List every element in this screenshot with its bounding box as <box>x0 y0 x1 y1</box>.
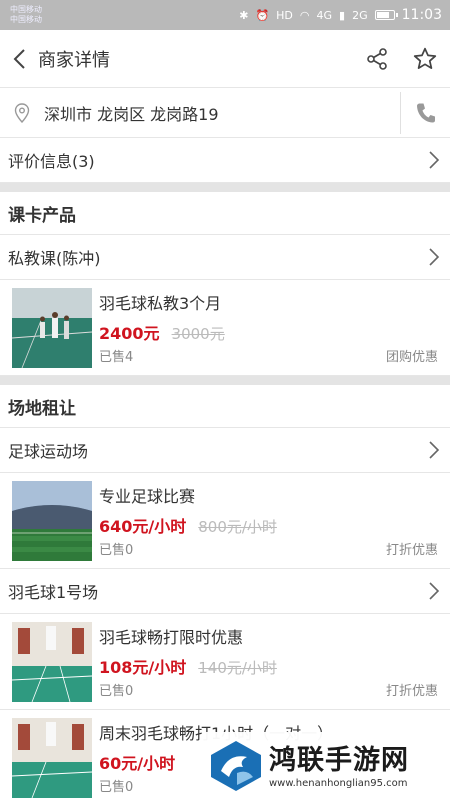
address-row[interactable]: 深圳市 龙岗区 龙岗路19 <box>0 88 450 138</box>
chevron-right-icon <box>428 149 442 171</box>
product-sold-count: 已售0 <box>99 684 134 699</box>
location-pin-icon <box>14 102 36 123</box>
hd-icon: HD <box>276 8 293 22</box>
product-item[interactable]: 羽毛球私教3个月 2400元 3000元 已售4 团购优惠 <box>0 280 450 376</box>
section-title-courses: 课卡产品 <box>0 192 450 235</box>
wifi-icon: ◠ <box>299 8 310 22</box>
chevron-right-icon <box>428 246 442 268</box>
category-badminton-court-1[interactable]: 羽毛球1号场 <box>0 569 450 614</box>
reviews-label: 评价信息(3) <box>8 152 95 171</box>
category-private-coach[interactable]: 私教课(陈冲) <box>0 235 450 280</box>
section-gap <box>0 183 450 192</box>
app-header: 商家详情 <box>0 30 450 88</box>
header-actions <box>364 46 438 72</box>
product-promo-tag: 打折优惠 <box>385 684 438 699</box>
product-thumbnail-badminton-court <box>12 718 92 798</box>
carrier-1: 中国移动 <box>10 5 42 14</box>
carrier-2: 中国移动 <box>10 15 42 24</box>
clock: 11:03 <box>401 7 442 23</box>
signal-icon: ▮ <box>339 8 346 22</box>
product-original-price: 3000元 <box>171 325 225 343</box>
product-original-price: 140元/小时 <box>198 659 277 677</box>
product-item[interactable]: 专业足球比赛 640元/小时 800元/小时 已售0 打折优惠 <box>0 473 450 569</box>
share-icon[interactable] <box>364 46 390 72</box>
product-info: 羽毛球私教3个月 2400元 3000元 已售4 团购优惠 <box>99 288 438 367</box>
address-text: 深圳市 龙岗区 龙岗路19 <box>44 104 219 124</box>
status-icons: ✱ ⏰ HD ◠ 4G ▮ 2G 11:03 <box>239 7 442 23</box>
chevron-right-icon <box>428 580 442 602</box>
product-price: 60元/小时 <box>99 754 176 773</box>
site-watermark: 鸿联手游网 www.henanhonglian95.com <box>203 732 450 800</box>
category-label: 足球运动场 <box>8 442 89 461</box>
watermark-title: 鸿联手游网 <box>269 744 409 776</box>
product-sold-count: 已售0 <box>99 543 134 558</box>
section-gap <box>0 376 450 385</box>
product-sold-count: 已售0 <box>99 780 134 795</box>
reviews-link[interactable]: 评价信息(3) <box>0 138 450 183</box>
watermark-logo <box>211 741 261 791</box>
product-prices: 2400元 3000元 <box>99 320 438 344</box>
back-icon[interactable] <box>12 44 32 74</box>
product-sold-count: 已售4 <box>99 350 134 365</box>
product-prices: 108元/小时 140元/小时 <box>99 654 438 678</box>
page-title: 商家详情 <box>38 49 110 71</box>
category-label: 私教课(陈冲) <box>8 249 101 268</box>
category-football-field[interactable]: 足球运动场 <box>0 428 450 473</box>
battery-icon <box>374 10 398 20</box>
category-label: 羽毛球1号场 <box>8 583 99 602</box>
product-promo-tag: 团购优惠 <box>385 350 438 365</box>
product-info: 羽毛球畅打限时优惠 108元/小时 140元/小时 已售0 打折优惠 <box>99 622 438 701</box>
product-name: 羽毛球畅打限时优惠 <box>99 628 244 647</box>
battery-fill <box>376 12 389 18</box>
watermark-text: 鸿联手游网 www.henanhonglian95.com <box>269 744 409 789</box>
bluetooth-icon: ✱ <box>239 8 249 22</box>
chevron-right-icon <box>428 439 442 461</box>
product-thumbnail-badminton-court <box>12 622 92 702</box>
product-original-price: 800元/小时 <box>198 518 277 536</box>
product-name: 羽毛球私教3个月 <box>99 294 222 313</box>
carrier-names: 中国移动 中国移动 <box>10 5 42 25</box>
network-1: 4G <box>316 8 333 22</box>
phone-icon[interactable] <box>400 91 450 134</box>
product-name: 专业足球比赛 <box>99 487 196 506</box>
section-title-venues: 场地租让 <box>0 385 450 428</box>
product-thumbnail-football-stadium <box>12 481 92 561</box>
product-price: 640元/小时 <box>99 517 187 536</box>
product-thumbnail-badminton-coach <box>12 288 92 368</box>
product-price: 2400元 <box>99 324 160 343</box>
alarm-icon: ⏰ <box>255 8 270 22</box>
product-promo-tag: 打折优惠 <box>385 543 438 558</box>
product-item[interactable]: 羽毛球畅打限时优惠 108元/小时 140元/小时 已售0 打折优惠 <box>0 614 450 710</box>
product-prices: 640元/小时 800元/小时 <box>99 513 438 537</box>
watermark-url: www.henanhonglian95.com <box>269 777 408 789</box>
product-price: 108元/小时 <box>99 658 187 677</box>
network-2: 2G <box>352 8 368 22</box>
product-info: 专业足球比赛 640元/小时 800元/小时 已售0 打折优惠 <box>99 481 438 560</box>
favorite-star-icon[interactable] <box>412 46 438 72</box>
status-bar: 中国移动 中国移动 ✱ ⏰ HD ◠ 4G ▮ 2G 11:03 <box>0 0 450 30</box>
